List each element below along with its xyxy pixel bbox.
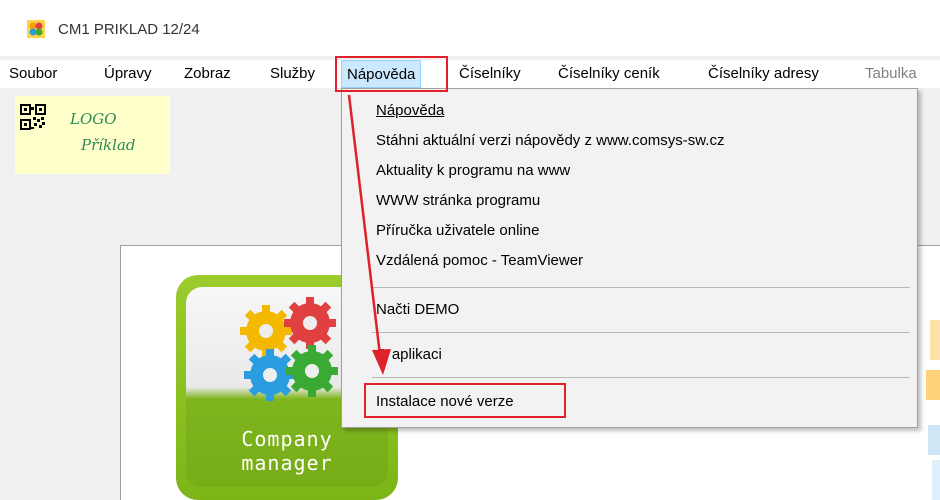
menu-item-load-demo[interactable]: Načti DEMO [376, 300, 459, 320]
application-window: CM1 PRIKLAD 12/24 Soubor Úpravy Zobraz S… [0, 0, 940, 500]
menu-separator-3 [372, 377, 910, 378]
tile-text-line2: manager [241, 451, 333, 475]
menu-item-teamviewer[interactable]: Vzdálená pomoc - TeamViewer [376, 251, 583, 271]
menu-item-news[interactable]: Aktuality k programu na www [376, 161, 570, 181]
app-gears-icon [27, 20, 45, 38]
logo-text-line2: Příklad [81, 136, 136, 154]
menu-sluzby[interactable]: Služby [270, 60, 315, 88]
menu-item-install-new-version[interactable]: Instalace nové verze [376, 392, 514, 412]
napoveda-dropdown-menu: Nápověda Stáhni aktuální verzi nápovědy … [341, 88, 918, 428]
tile-text-line1: Company [241, 427, 333, 451]
qr-code-icon [20, 104, 46, 130]
menu-separator-1 [372, 287, 910, 288]
menu-item-about[interactable]: O aplikaci [376, 345, 442, 365]
menu-item-user-guide[interactable]: Příručka uživatele online [376, 221, 539, 241]
menu-ciselniky-cenik[interactable]: Číselníky ceník [558, 60, 660, 88]
decorative-shape-icon [926, 320, 940, 500]
window-title: CM1 PRIKLAD 12/24 [58, 21, 200, 38]
menu-soubor[interactable]: Soubor [9, 60, 57, 88]
menu-napoveda[interactable]: Nápověda [341, 60, 422, 88]
title-bar: CM1 PRIKLAD 12/24 [0, 0, 940, 56]
menu-ciselniky-adresy[interactable]: Číselníky adresy [708, 60, 819, 88]
menu-item-www-page[interactable]: WWW stránka programu [376, 191, 540, 211]
gears-icon [240, 297, 338, 401]
menu-upravy[interactable]: Úpravy [104, 60, 152, 88]
menu-item-download-help[interactable]: Stáhni aktuální verzi nápovědy z www.com… [376, 131, 724, 151]
menu-separator-2 [372, 332, 910, 333]
logo-text-line1: LOGO [70, 110, 117, 128]
menu-ciselniky[interactable]: Číselníky [459, 60, 521, 88]
menu-bar: Soubor Úpravy Zobraz Služby Nápověda Čís… [0, 60, 940, 88]
company-logo: LOGO Příklad [15, 96, 170, 174]
menu-tabulka[interactable]: Tabulka [865, 60, 917, 88]
menu-item-napoveda[interactable]: Nápověda [376, 101, 444, 121]
menu-zobraz[interactable]: Zobraz [184, 60, 231, 88]
